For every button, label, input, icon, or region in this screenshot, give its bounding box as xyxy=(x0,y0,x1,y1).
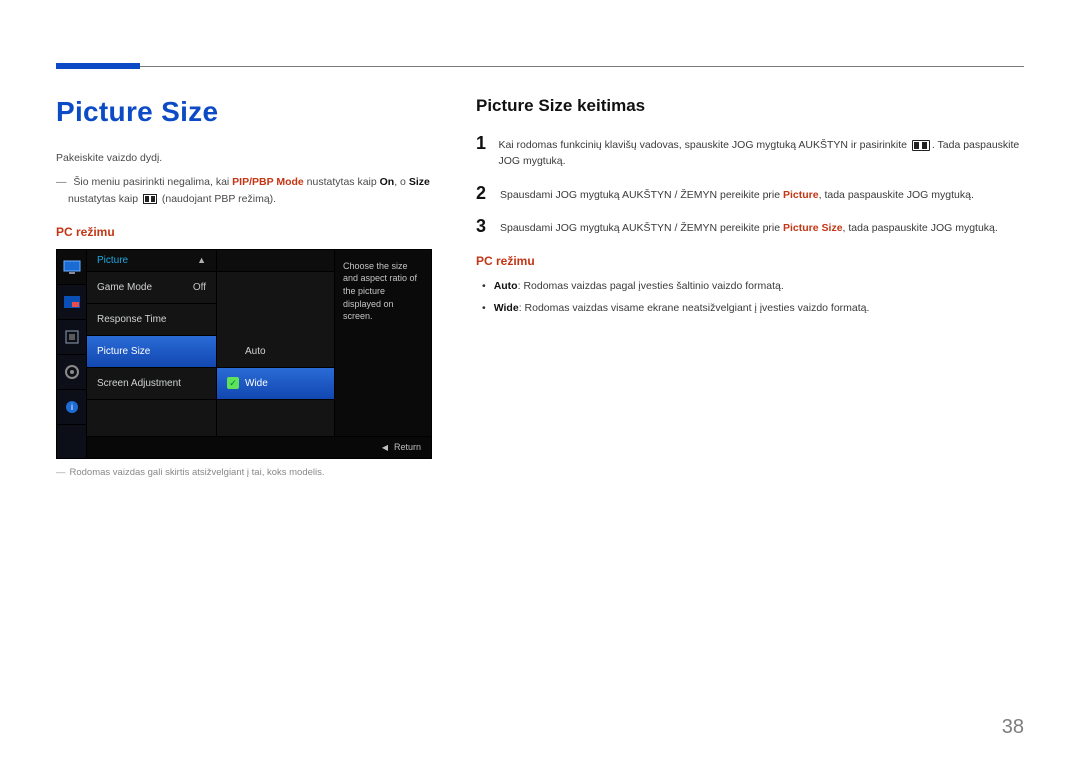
step-2-b: , tada paspauskite JOG mygtuką. xyxy=(819,189,974,201)
osd-option-wide-label: Wide xyxy=(245,378,268,389)
osd-sidebar: i xyxy=(57,250,87,458)
step-2: 2 Spausdami JOG mygtuką AUKŠTYN / ŽEMYN … xyxy=(476,184,1024,203)
section-title: Picture Size keitimas xyxy=(476,96,1024,116)
restriction-note: Šio meniu pasirinkti negalima, kai PIP/P… xyxy=(56,174,432,207)
osd-gamemode-label: Game Mode xyxy=(97,282,152,293)
bullet-wide-rest: : Rodomas vaizdas visame ekrane neatsižv… xyxy=(519,302,870,314)
step-1-text: Kai rodomas funkcinių klavišų vadovas, s… xyxy=(498,134,1024,170)
pc-mode-label-right: PC režimu xyxy=(476,254,1024,268)
content-columns: Picture Size Pakeiskite vaizdo dydį. Šio… xyxy=(56,96,1024,478)
osd-row-responsetime: Response Time xyxy=(87,304,216,336)
osd-screenshot: i Picture ▲ Game Mode Off Response Time Pi… xyxy=(56,249,432,459)
note-part-a: Šio meniu pasirinkti negalima, kai xyxy=(73,176,232,188)
bullet-auto-text: Auto: Rodomas vaizdas pagal įvesties šal… xyxy=(494,278,784,294)
note-size: Size xyxy=(409,176,430,188)
svg-text:i: i xyxy=(71,402,73,412)
osd-row-screenadj: Screen Adjustment xyxy=(87,368,216,400)
osd-nav-info-icon: i xyxy=(57,390,86,425)
osd-help-text: Choose the size and aspect ratio of the … xyxy=(343,261,417,321)
osd-footer: ◀ Return xyxy=(87,436,431,458)
osd-nav-picture-icon xyxy=(57,250,86,285)
osd-options-column: Auto ✓ Wide xyxy=(217,250,335,458)
osd-option-wide: ✓ Wide xyxy=(217,368,334,400)
osd-nav-display-icon xyxy=(57,320,86,355)
osd-options-gap xyxy=(217,272,334,336)
step-3-a: Spausdami JOG mygtuką AUKŠTYN / ŽEMYN pe… xyxy=(500,222,783,234)
osd-option-auto-label: Auto xyxy=(245,346,266,357)
bullet-wide-text: Wide: Rodomas vaizdas visame ekrane neat… xyxy=(494,300,870,316)
osd-nav-settings-icon xyxy=(57,355,86,390)
osd-row-gamemode: Game Mode Off xyxy=(87,272,216,304)
note-pipmode: PIP/PBP Mode xyxy=(232,176,304,188)
step-3-text: Spausdami JOG mygtuką AUKŠTYN / ŽEMYN pe… xyxy=(500,217,998,236)
bullet-auto: Auto: Rodomas vaizdas pagal įvesties šal… xyxy=(476,278,1024,294)
step-1-number: 1 xyxy=(476,134,488,170)
osd-nav-pip-icon xyxy=(57,285,86,320)
osd-return-label: Return xyxy=(394,442,421,452)
back-triangle-icon: ◀ xyxy=(382,443,388,452)
intro-text: Pakeiskite vaizdo dydį. xyxy=(56,150,432,166)
osd-option-auto: Auto xyxy=(217,336,334,368)
osd-header: Picture ▲ xyxy=(87,250,216,272)
right-column: Picture Size keitimas 1 Kai rodomas funk… xyxy=(476,96,1024,478)
step-3-b: , tada paspauskite JOG mygtuką. xyxy=(843,222,998,234)
note-part-g: nustatytas kaip xyxy=(68,193,141,205)
step-2-number: 2 xyxy=(476,184,490,203)
bullet-auto-hl: Auto xyxy=(494,280,518,292)
check-icon: ✓ xyxy=(227,377,239,389)
note-on: On xyxy=(380,176,395,188)
step-1-a: Kai rodomas funkcinių klavišų vadovas, s… xyxy=(498,139,909,151)
left-column: Picture Size Pakeiskite vaizdo dydį. Šio… xyxy=(56,96,432,478)
page-title: Picture Size xyxy=(56,96,432,128)
page: Picture Size Pakeiskite vaizdo dydį. Šio… xyxy=(0,0,1080,763)
note-part-h: (naudojant PBP režimą). xyxy=(159,193,276,205)
osd-main: Picture ▲ Game Mode Off Response Time Pict… xyxy=(87,250,431,458)
osd-picturesize-label: Picture Size xyxy=(97,346,150,357)
note-part-c: nustatytas kaip xyxy=(304,176,380,188)
step-1: 1 Kai rodomas funkcinių klavišų vadovas,… xyxy=(476,134,1024,170)
osd-options-header-spacer xyxy=(217,250,334,272)
osd-screenadj-label: Screen Adjustment xyxy=(97,378,181,389)
osd-help-panel: Choose the size and aspect ratio of the … xyxy=(335,250,431,458)
bullet-auto-rest: : Rodomas vaizdas pagal įvesties šaltini… xyxy=(518,280,784,292)
osd-header-label: Picture xyxy=(97,255,128,266)
step-2-text: Spausdami JOG mygtuką AUKŠTYN / ŽEMYN pe… xyxy=(500,184,974,203)
step-3-hl: Picture Size xyxy=(783,222,843,234)
osd-responsetime-label: Response Time xyxy=(97,314,166,325)
step-2-a: Spausdami JOG mygtuką AUKŠTYN / ŽEMYN pe… xyxy=(500,189,783,201)
header-rule xyxy=(56,66,1024,67)
menu-icon xyxy=(912,140,930,151)
osd-up-arrow-icon: ▲ xyxy=(197,255,206,265)
note-part-e: , o xyxy=(394,176,409,188)
step-3: 3 Spausdami JOG mygtuką AUKŠTYN / ŽEMYN … xyxy=(476,217,1024,236)
osd-gamemode-value: Off xyxy=(193,282,206,293)
model-footnote: Rodomas vaizdas gali skirtis atsižvelgia… xyxy=(56,467,432,478)
page-number: 38 xyxy=(1002,716,1024,739)
step-3-number: 3 xyxy=(476,217,490,236)
pbp-icon xyxy=(143,194,157,204)
step-2-hl: Picture xyxy=(783,189,819,201)
pc-mode-label-left: PC režimu xyxy=(56,225,432,239)
bullet-wide-hl: Wide xyxy=(494,302,519,314)
header-accent xyxy=(56,63,140,69)
osd-menu-column: Picture ▲ Game Mode Off Response Time Pict… xyxy=(87,250,217,458)
osd-row-picturesize: Picture Size xyxy=(87,336,216,368)
bullet-wide: Wide: Rodomas vaizdas visame ekrane neat… xyxy=(476,300,1024,316)
